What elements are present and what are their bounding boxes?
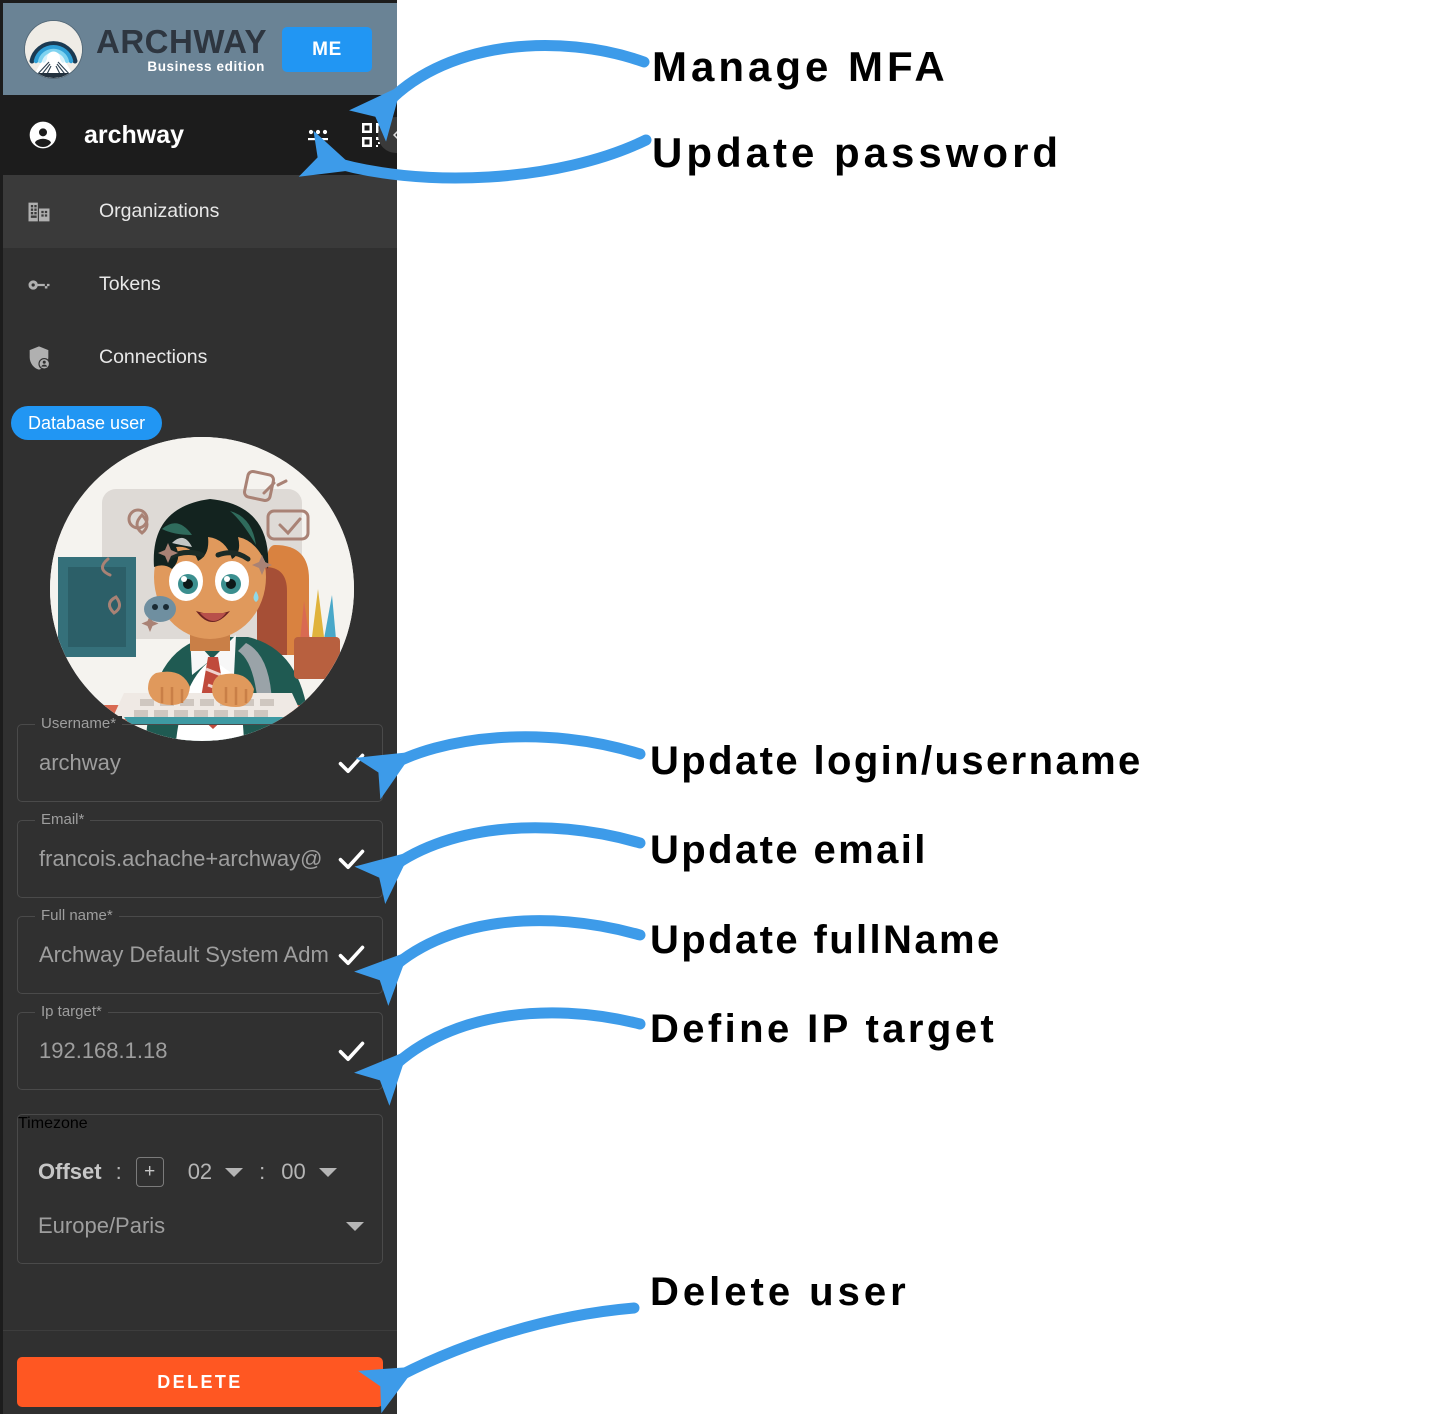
sidebar-item-tokens[interactable]: Tokens	[3, 248, 397, 321]
account-circle-icon	[27, 119, 59, 151]
timezone-field: Timezone Offset : + 02 : 00 Europe/Paris	[17, 1114, 383, 1264]
check-icon[interactable]	[335, 843, 368, 876]
timezone-label: Timezone	[18, 1115, 88, 1132]
email-field[interactable]: Email* francois.achache+archway@	[17, 812, 383, 898]
delete-user-button[interactable]: DELETE	[17, 1357, 383, 1407]
chevron-down-icon	[346, 1221, 364, 1231]
sidebar-item-label: Connections	[99, 346, 208, 368]
brand-edition: Business edition	[147, 58, 265, 74]
check-icon[interactable]	[335, 1035, 368, 1068]
current-user-row: archway	[3, 95, 397, 175]
fullname-label: Full name*	[35, 908, 119, 923]
chevron-down-icon	[318, 1167, 337, 1177]
offset-colon: :	[115, 1159, 122, 1184]
timezone-zone-value: Europe/Paris	[38, 1213, 166, 1238]
username-field[interactable]: Username* archway	[17, 716, 383, 802]
archway-tunnel-logo-icon	[25, 20, 82, 78]
password-dots-icon[interactable]	[303, 120, 333, 150]
timezone-offset-row: Offset : + 02 : 00	[38, 1157, 337, 1187]
annotation-manage-mfa: Manage MFA	[652, 43, 949, 90]
sidebar-item-label: Tokens	[99, 273, 161, 295]
email-label: Email*	[35, 812, 91, 827]
offset-label: Offset	[38, 1159, 102, 1184]
fullname-input[interactable]: Archway Default System Adm	[39, 942, 334, 968]
form-bottom-spacer	[3, 1264, 397, 1330]
ip-target-field[interactable]: Ip target* 192.168.1.18	[17, 1004, 383, 1090]
offset-minutes-select[interactable]: 00	[281, 1159, 337, 1185]
annotation-update-password: Update password	[652, 129, 1063, 176]
check-icon[interactable]	[335, 939, 368, 972]
ip-target-label: Ip target*	[35, 1004, 108, 1019]
profile-avatar-section: Database user	[3, 394, 397, 741]
offset-hours-value: 02	[187, 1159, 213, 1184]
current-username: archway	[84, 120, 185, 149]
check-icon[interactable]	[335, 747, 368, 780]
sidebar-item-label: Organizations	[99, 200, 220, 222]
annotation-update-username: Update login/username	[650, 739, 1143, 783]
sidebar-nav: Organizations Tokens Connections	[3, 175, 397, 394]
ip-target-input[interactable]: 192.168.1.18	[39, 1038, 334, 1064]
screenshot-root: ARCHWAY Business edition ME archway Orga…	[0, 0, 1442, 1414]
user-row-actions	[303, 95, 397, 175]
username-input[interactable]: archway	[39, 750, 334, 776]
fullname-field[interactable]: Full name* Archway Default System Adm	[17, 908, 383, 994]
annotation-update-email: Update email	[650, 828, 928, 872]
user-type-badge: Database user	[11, 406, 163, 440]
minute-colon: :	[259, 1159, 266, 1184]
brand-name: ARCHWAY	[96, 22, 267, 60]
organizations-building-icon	[25, 198, 58, 226]
shield-user-icon	[25, 344, 58, 372]
avatar[interactable]	[50, 437, 354, 741]
brand-header: ARCHWAY Business edition ME	[3, 3, 397, 95]
offset-hours-select[interactable]: 02	[187, 1159, 244, 1185]
chevron-down-icon	[225, 1167, 244, 1177]
offset-minutes-value: 00	[281, 1159, 306, 1184]
user-profile-panel: ARCHWAY Business edition ME archway Orga…	[0, 0, 397, 1414]
brand-text: ARCHWAY Business edition	[96, 25, 267, 74]
timezone-zone-select[interactable]: Europe/Paris	[38, 1213, 364, 1239]
username-label: Username*	[35, 716, 123, 731]
sidebar-item-organizations[interactable]: Organizations	[3, 175, 397, 248]
key-icon	[25, 271, 58, 299]
annotation-update-fullname: Update fullName	[650, 918, 1002, 962]
annotation-delete-user: Delete user	[650, 1270, 910, 1314]
email-input[interactable]: francois.achache+archway@	[39, 846, 334, 872]
profile-form: Username* archway Email* francois.achach…	[3, 716, 397, 1264]
me-button[interactable]: ME	[282, 27, 372, 72]
panel-footer: DELETE	[3, 1330, 397, 1414]
annotation-define-ip-target: Define IP target	[650, 1007, 998, 1051]
sidebar-item-connections[interactable]: Connections	[3, 321, 397, 394]
offset-sign-toggle[interactable]: +	[135, 1157, 164, 1187]
